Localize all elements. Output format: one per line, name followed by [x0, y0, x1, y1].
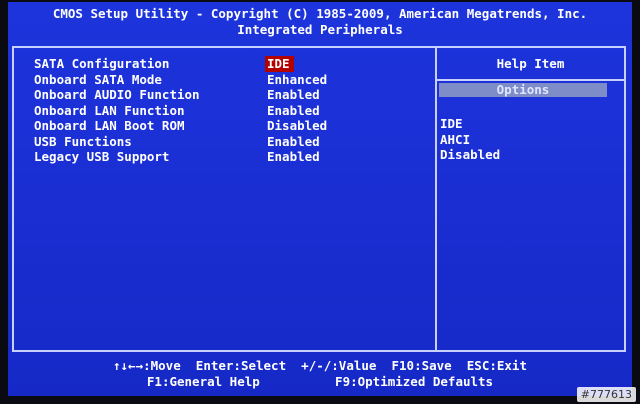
watermark: #777613 [576, 387, 636, 402]
setting-label: Onboard AUDIO Function [34, 87, 200, 102]
key-exit: ESC:Exit [466, 358, 527, 373]
help-item-title: Help Item [496, 56, 565, 71]
setting-label: USB Functions [34, 133, 132, 149]
help-divider [437, 79, 624, 81]
key-legend: ↑↓←→:Move Enter:Select +/-/:Value F10:Sa… [8, 358, 632, 390]
setting-value[interactable]: Enabled [267, 103, 320, 119]
setting-value[interactable]: Enabled [267, 87, 320, 103]
setting-value[interactable]: Enabled [267, 149, 320, 165]
settings-list: SATA Configuration IDE Onboard SATA Mode… [34, 56, 424, 165]
setting-sata-configuration[interactable]: SATA Configuration IDE [34, 56, 424, 72]
setting-value[interactable]: Enabled [267, 134, 320, 150]
copyright-line: CMOS Setup Utility - Copyright (C) 1985-… [52, 6, 588, 21]
setting-onboard-sata-mode[interactable]: Onboard SATA Mode Enhanced [34, 72, 424, 88]
setting-label: Onboard LAN Function [34, 102, 185, 118]
setting-label: SATA Configuration [34, 56, 170, 71]
setting-value-selected[interactable]: IDE [265, 56, 294, 72]
key-general-help: F1:General Help [146, 374, 260, 389]
setting-legacy-usb-support[interactable]: Legacy USB Support Enabled [34, 149, 424, 165]
key-move: ↑↓←→:Move [113, 358, 181, 373]
setting-label: Onboard LAN Boot ROM [34, 118, 185, 133]
panel-divider [435, 48, 437, 350]
setting-onboard-lan-boot-rom[interactable]: Onboard LAN Boot ROM Disabled [34, 118, 424, 134]
key-optimized-defaults: F9:Optimized Defaults [335, 374, 494, 389]
option-item: IDE [440, 116, 463, 131]
options-list: IDE AHCI Disabled [440, 116, 500, 163]
setting-label: Onboard SATA Mode [34, 71, 162, 87]
setting-onboard-audio-function[interactable]: Onboard AUDIO Function Enabled [34, 87, 424, 103]
key-legend-line-1: ↑↓←→:Move Enter:Select +/-/:Value F10:Sa… [8, 358, 632, 374]
setting-value[interactable]: Enhanced [267, 72, 327, 88]
bios-screen: CMOS Setup Utility - Copyright (C) 1985-… [8, 2, 632, 396]
setting-label: Legacy USB Support [34, 149, 170, 164]
setting-usb-functions[interactable]: USB Functions Enabled [34, 134, 424, 150]
key-save: F10:Save [391, 358, 452, 373]
key-value: +/-/:Value [301, 358, 377, 373]
option-item: Disabled [440, 147, 501, 162]
option-item: AHCI [440, 131, 471, 147]
setting-value[interactable]: Disabled [267, 118, 327, 134]
page-title: Integrated Peripherals [237, 22, 403, 37]
setting-onboard-lan-function[interactable]: Onboard LAN Function Enabled [34, 103, 424, 119]
key-select: Enter:Select [195, 358, 287, 373]
options-header: Options [439, 83, 607, 97]
key-legend-line-2: F1:General Help F9:Optimized Defaults [8, 374, 632, 390]
header: CMOS Setup Utility - Copyright (C) 1985-… [8, 6, 632, 38]
